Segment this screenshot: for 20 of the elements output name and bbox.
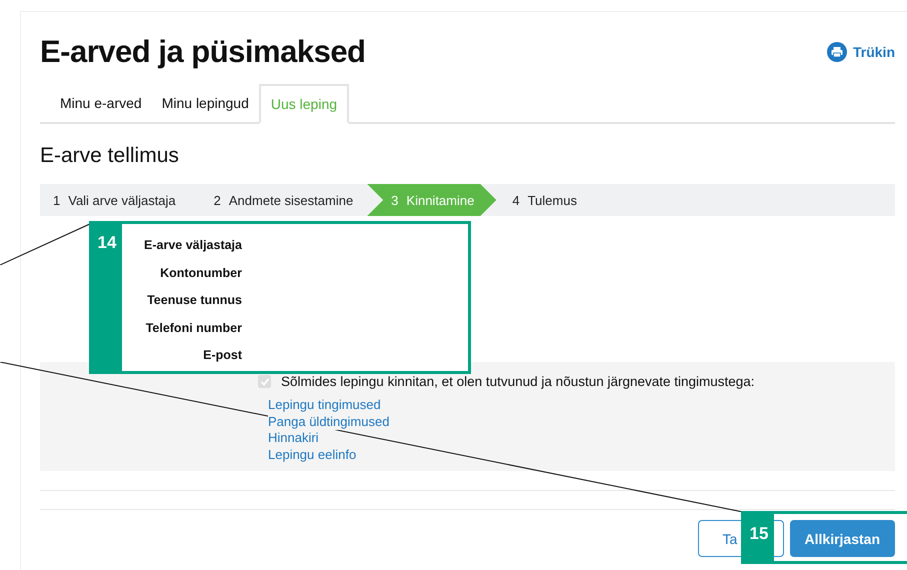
consent-text: Sõlmides lepingu kinnitan, et olen tutvunud ja nõustun järgnevate tingimustega: <box>281 374 755 389</box>
callout-number: 15 <box>744 514 774 561</box>
terms-link[interactable]: Lepingu eelinfo <box>268 446 356 463</box>
tab[interactable]: Minu e-arved <box>50 84 152 122</box>
field-label: Teenuse tunnus <box>147 292 242 309</box>
field-label: Kontonumber <box>160 264 242 282</box>
sign-button[interactable]: Allkirjastan <box>790 520 895 557</box>
print-link[interactable]: Trükin <box>826 42 895 62</box>
terms-link[interactable]: Lepingu tingimused <box>268 397 381 414</box>
callout-number: 14 <box>92 224 122 371</box>
field-label: Telefoni number <box>146 320 242 336</box>
field-label: E-post <box>203 347 242 364</box>
tab[interactable]: Minu lepingud <box>152 84 259 122</box>
terms-link[interactable]: Panga üldtingimused <box>268 414 390 430</box>
tab[interactable]: Uus leping <box>258 84 350 124</box>
page-title: E-arved ja püsimaksed <box>40 34 366 70</box>
field-label: E-arve väljastaja <box>144 237 242 254</box>
section-title: E-arve tellimus <box>40 144 180 168</box>
step: 3 Kinnitamine <box>367 184 496 216</box>
printer-icon <box>826 42 847 62</box>
